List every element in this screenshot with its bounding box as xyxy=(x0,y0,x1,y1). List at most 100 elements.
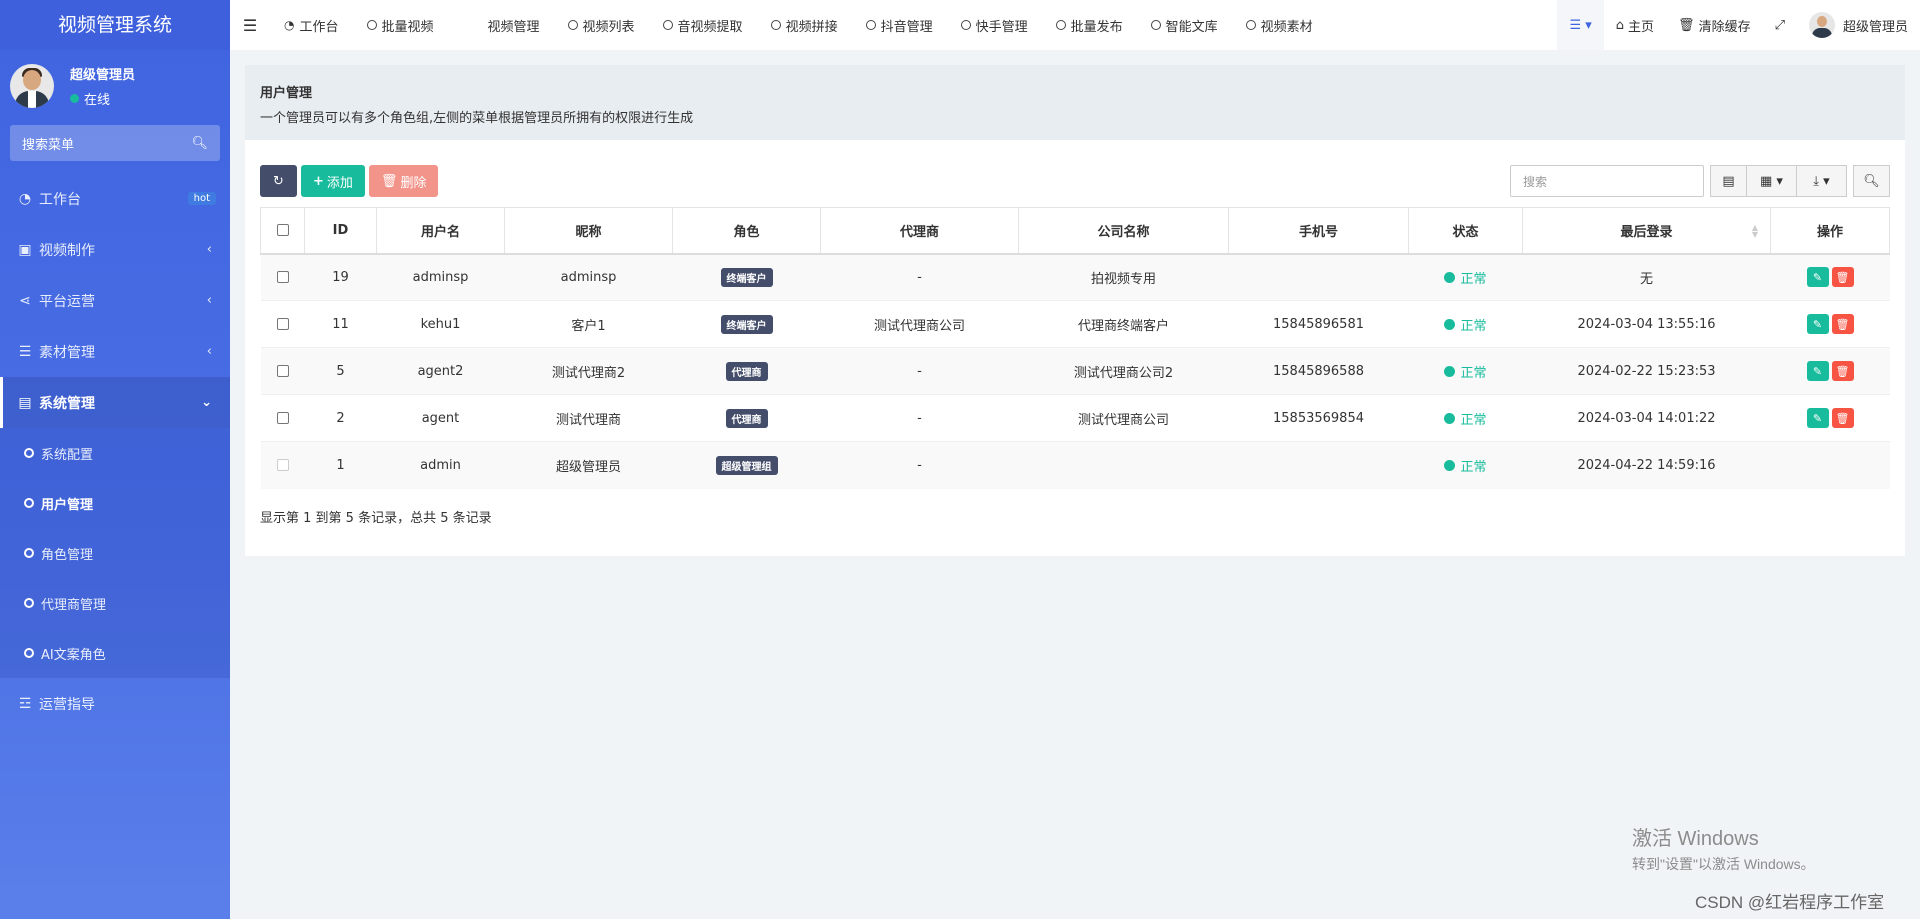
status-badge[interactable]: 正常 xyxy=(1444,315,1487,334)
advanced-search-button[interactable]: 🔍︎ xyxy=(1853,165,1890,197)
column-header[interactable]: 角色 xyxy=(672,207,821,255)
table-row[interactable]: 2 agent 测试代理商 代理商 - 测试代理商公司 15853569854 正常 2024-… xyxy=(260,394,1890,442)
table-row[interactable]: 1 admin 超级管理员 超级管理组 - 正常 2024-04-22 14:59:16 xyxy=(260,441,1890,489)
top-tab-kuaishou[interactable]: 快手管理 xyxy=(947,0,1042,50)
cell-username: admin xyxy=(376,441,505,489)
sidebar-item-system[interactable]: ▤ 系统管理 ⌄ xyxy=(0,377,230,428)
cell-status[interactable]: 正常 xyxy=(1408,253,1523,301)
top-tab-video-manage[interactable]: 视频管理 xyxy=(448,0,554,50)
sidebar-subitem-users[interactable]: 用户管理 xyxy=(0,478,230,528)
edit-button[interactable]: ✎ xyxy=(1806,361,1829,381)
row-select-cell[interactable] xyxy=(260,441,305,489)
columns-button[interactable]: ▦ ▾ xyxy=(1747,165,1797,197)
tab-list-dropdown[interactable]: ☰ ▾ xyxy=(1557,0,1604,50)
cell-status[interactable]: 正常 xyxy=(1408,394,1523,442)
admin-menu[interactable]: 超级管理员 xyxy=(1797,0,1920,50)
select-all-header[interactable] xyxy=(260,207,305,255)
dashboard-icon: ◔ xyxy=(18,190,32,207)
sidebar-item-platform-ops[interactable]: ⋖ 平台运营 ‹ xyxy=(0,275,230,326)
add-button[interactable]: + 添加 xyxy=(301,165,365,197)
sidebar-subitem-roles[interactable]: 角色管理 xyxy=(0,528,230,578)
delete-row-button[interactable]: 🗑︎ xyxy=(1831,361,1854,381)
sidebar-item-ops-guide[interactable]: ☲ 运营指导 xyxy=(0,678,230,729)
row-select-cell[interactable] xyxy=(260,253,305,301)
sidebar-item-dashboard[interactable]: ◔ 工作台 hot xyxy=(0,173,230,224)
cell-id: 1 xyxy=(304,441,377,489)
cell-username: adminsp xyxy=(376,253,505,301)
status-badge[interactable]: 正常 xyxy=(1444,456,1487,475)
delete-row-button[interactable]: 🗑︎ xyxy=(1831,314,1854,334)
row-checkbox[interactable] xyxy=(276,271,289,284)
menu-toggle-icon[interactable]: ☰ xyxy=(230,16,270,35)
cell-status[interactable]: 正常 xyxy=(1408,441,1523,489)
top-tab-batch-video[interactable]: 批量视频 xyxy=(353,0,448,50)
column-header[interactable]: 公司名称 xyxy=(1018,207,1229,255)
column-header[interactable]: 代理商 xyxy=(820,207,1019,255)
status-badge[interactable]: 正常 xyxy=(1444,362,1487,381)
cell-role: 终端客户 xyxy=(672,300,821,348)
last-login-header[interactable]: 最后登录 ▲ ▼ xyxy=(1522,207,1771,255)
circle-icon xyxy=(366,20,377,30)
row-checkbox[interactable] xyxy=(276,318,289,330)
toggle-view-button[interactable]: ▤ xyxy=(1710,165,1747,197)
row-select-cell[interactable] xyxy=(260,300,305,348)
home-link[interactable]: ⌂ 主页 xyxy=(1604,0,1666,50)
cell-last-login: 2024-02-22 15:23:53 xyxy=(1522,347,1771,395)
column-header[interactable]: 用户名 xyxy=(376,207,505,255)
table-row[interactable]: 5 agent2 测试代理商2 代理商 - 测试代理商公司2 15845896588 正常 20… xyxy=(260,347,1890,395)
status-badge[interactable]: 正常 xyxy=(1444,409,1487,428)
sidebar-item-material[interactable]: ☰ 素材管理 ‹ xyxy=(0,326,230,377)
refresh-button[interactable]: ↻ xyxy=(260,165,297,197)
cell-ops: ✎ 🗑︎ xyxy=(1770,394,1890,442)
column-header[interactable]: 状态 xyxy=(1408,207,1523,255)
row-checkbox[interactable] xyxy=(276,412,289,424)
top-tab-av-extract[interactable]: 音视频提取 xyxy=(649,0,757,50)
status-dot-icon xyxy=(1444,412,1456,424)
table-search-input[interactable]: 搜索 xyxy=(1510,165,1704,197)
column-header[interactable]: 手机号 xyxy=(1228,207,1409,255)
grid-icon: ▦ ▾ xyxy=(1760,173,1783,189)
row-checkbox[interactable] xyxy=(276,365,289,377)
select-all-checkbox[interactable] xyxy=(276,224,289,237)
main-panel: 用户管理 一个管理员可以有多个角色组,左侧的菜单根据管理员所拥有的权限进行生成 … xyxy=(245,65,1905,556)
delete-button[interactable]: 🗑︎ 删除 xyxy=(368,165,439,197)
user-panel: 超级管理员 在线 xyxy=(0,50,230,122)
fullscreen-icon[interactable]: ⤢ xyxy=(1763,0,1797,50)
top-tab-video-list[interactable]: 视频列表 xyxy=(554,0,649,50)
sidebar-subitem-ai-roles[interactable]: AI文案角色 xyxy=(0,628,230,678)
table-row[interactable]: 11 kehu1 客户1 终端客户 测试代理商公司 代理商终端客户 15845896581 正… xyxy=(260,300,1890,348)
chevron-down-icon: ⌄ xyxy=(201,395,212,410)
edit-button[interactable]: ✎ xyxy=(1806,408,1829,428)
edit-button[interactable]: ✎ xyxy=(1806,314,1829,334)
csdn-watermark: CSDN @红岩程序工作室 xyxy=(1695,893,1885,912)
sidebar-subitem-agents[interactable]: 代理商管理 xyxy=(0,578,230,628)
edit-button[interactable]: ✎ xyxy=(1806,267,1829,288)
cell-status[interactable]: 正常 xyxy=(1408,347,1523,395)
sidebar-subitem-config[interactable]: 系统配置 xyxy=(0,428,230,478)
top-tab-video-splice[interactable]: 视频拼接 xyxy=(757,0,852,50)
delete-row-button[interactable]: 🗑︎ xyxy=(1831,408,1854,428)
top-tab-batch-publish[interactable]: 批量发布 xyxy=(1042,0,1137,50)
pagination-info: 显示第 1 到第 5 条记录，总共 5 条记录 xyxy=(260,510,492,526)
cell-nickname: adminsp xyxy=(504,253,673,301)
cell-phone xyxy=(1228,441,1409,489)
row-select-cell[interactable] xyxy=(260,347,305,395)
sidebar-item-video-production[interactable]: ▣ 视频制作 ‹ xyxy=(0,224,230,275)
top-tab-video-material[interactable]: 视频素材 xyxy=(1232,0,1327,50)
search-icon: 🔍︎ xyxy=(1863,173,1880,189)
top-tab-smart-library[interactable]: 智能文库 xyxy=(1137,0,1232,50)
cell-username: agent2 xyxy=(376,347,505,395)
delete-row-button[interactable]: 🗑︎ xyxy=(1831,267,1854,288)
row-select-cell[interactable] xyxy=(260,394,305,442)
top-tab-dashboard[interactable]: ◔ 工作台 xyxy=(270,0,353,50)
search-menu-input[interactable]: 搜索菜单 🔍︎ xyxy=(10,125,220,161)
column-header[interactable]: 昵称 xyxy=(504,207,673,255)
status-badge[interactable]: 正常 xyxy=(1444,268,1487,287)
column-header[interactable]: ID xyxy=(304,207,377,255)
export-button[interactable]: ⤓ ▾ xyxy=(1797,165,1847,197)
brand-title[interactable]: 视频管理系统 xyxy=(0,0,230,50)
clear-cache-button[interactable]: 🗑︎ 清除缓存 xyxy=(1666,0,1763,50)
cell-status[interactable]: 正常 xyxy=(1408,300,1523,348)
top-tab-douyin[interactable]: 抖音管理 xyxy=(852,0,947,50)
table-row[interactable]: 19 adminsp adminsp 终端客户 - 拍视频专用 正常无 ✎ 🗑︎ xyxy=(260,253,1890,301)
